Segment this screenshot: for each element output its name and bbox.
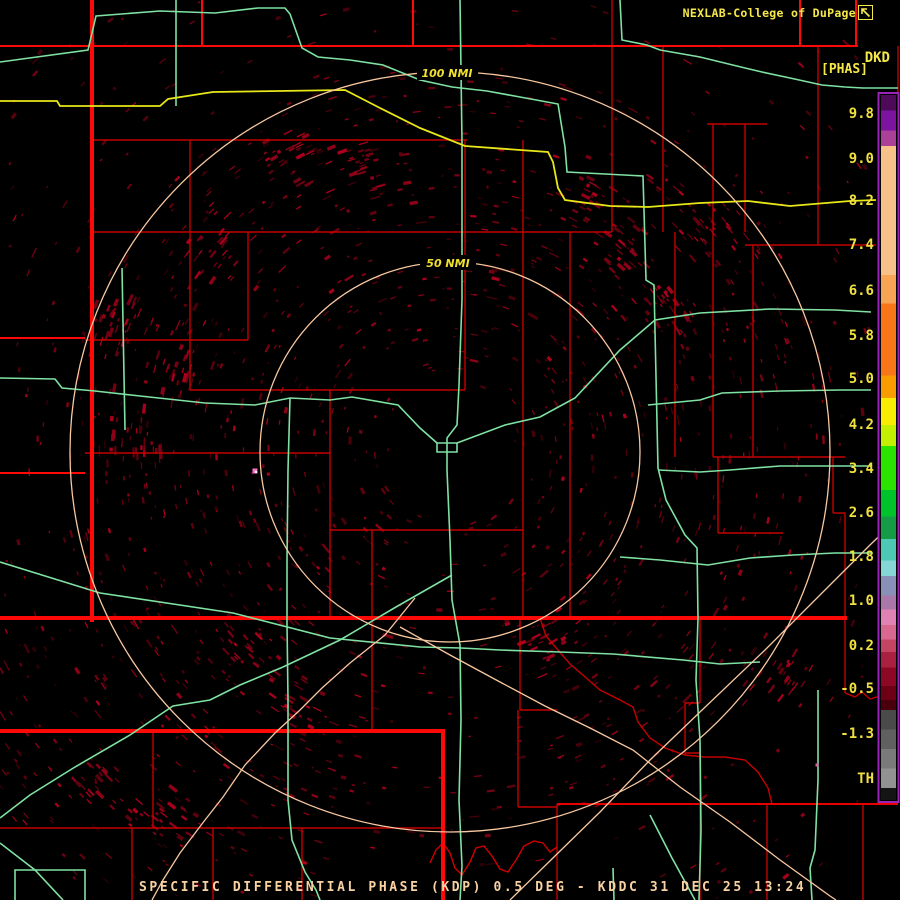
color-scale-bar: [877, 92, 900, 803]
colorbar-tick-label: 0.2: [849, 638, 874, 654]
colorbar-tick-label: 9.0: [849, 151, 874, 167]
colorbar-tick-label: 4.2: [849, 417, 874, 433]
radar-map: 50 NMI 100 NMI 9.8 9.0 8.2 7.4 6.6 5.8 5.0 4.2 3…: [0, 0, 900, 900]
colorbar-tick-label: 1.0: [849, 593, 874, 609]
colorbar-tick-label: 2.6: [849, 505, 874, 521]
colorbar-tick-label: 1.8: [849, 549, 874, 565]
status-bar-text: SPECIFIC DIFFERENTIAL PHASE (KDP) 0.5 DE…: [139, 880, 807, 895]
colorbar-tick-label: 7.4: [849, 237, 874, 253]
radar-display: 50 NMI 100 NMI 9.8 9.0 8.2 7.4 6.6 5.8 5.0 4.2 3…: [0, 0, 900, 900]
colorbar-tick-label: TH: [857, 771, 874, 787]
site-title: NEXLAB-College of DuPage: [682, 6, 856, 20]
color-scale-labels: 9.8 9.0 8.2 7.4 6.6 5.8 5.0 4.2 3.4 2.6 1.8 1.0 0.2 -…: [840, 106, 874, 787]
colorbar-tick-label: 8.2: [849, 193, 874, 209]
colorbar-tick-label: 6.6: [849, 283, 874, 299]
ring-label-50nmi: 50 NMI: [426, 257, 469, 270]
colorbar-tick-label: 5.8: [849, 328, 874, 344]
colorbar-tick-label: 5.0: [849, 371, 874, 387]
radar-echo-speckles: [0, 1, 871, 900]
external-link-icon[interactable]: [858, 5, 873, 20]
ring-label-100nmi: 100 NMI: [421, 67, 472, 80]
colorbar-tick-label: 3.4: [849, 461, 874, 477]
colorbar-tick-label: -1.3: [840, 726, 874, 742]
product-units-label: [PHAS]: [821, 62, 868, 77]
colorbar-tick-label: -0.5: [840, 681, 874, 697]
product-id-label: DKD: [864, 50, 890, 66]
colorbar-tick-label: 9.8: [849, 106, 874, 122]
